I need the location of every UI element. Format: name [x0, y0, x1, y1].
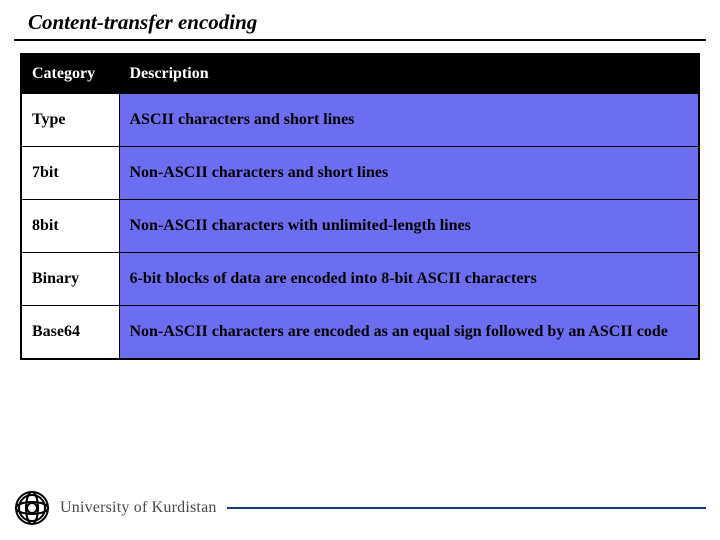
cell-category: 8bit — [21, 200, 119, 253]
cell-description: ASCII characters and short lines — [119, 94, 699, 147]
university-name: University of Kurdistan — [60, 499, 217, 517]
cell-category: Binary — [21, 253, 119, 306]
table-row: Binary 6-bit blocks of data are encoded … — [21, 253, 699, 306]
table-row: Type ASCII characters and short lines — [21, 94, 699, 147]
table-row: 7bit Non-ASCII characters and short line… — [21, 147, 699, 200]
cell-category: Type — [21, 94, 119, 147]
footer: University of Kurdistan — [14, 490, 706, 526]
table-header-row: Category Description — [21, 54, 699, 94]
university-logo-icon — [14, 490, 50, 526]
cell-description: 6-bit blocks of data are encoded into 8-… — [119, 253, 699, 306]
table-row: Base64 Non-ASCII characters are encoded … — [21, 306, 699, 360]
footer-divider — [227, 507, 706, 509]
cell-category: Base64 — [21, 306, 119, 360]
page-title: Content-transfer encoding — [14, 0, 706, 41]
header-category: Category — [21, 54, 119, 94]
encoding-table: Category Description Type ASCII characte… — [20, 53, 700, 360]
cell-description: Non-ASCII characters with unlimited-leng… — [119, 200, 699, 253]
cell-category: 7bit — [21, 147, 119, 200]
header-description: Description — [119, 54, 699, 94]
cell-description: Non-ASCII characters are encoded as an e… — [119, 306, 699, 360]
cell-description: Non-ASCII characters and short lines — [119, 147, 699, 200]
table-row: 8bit Non-ASCII characters with unlimited… — [21, 200, 699, 253]
